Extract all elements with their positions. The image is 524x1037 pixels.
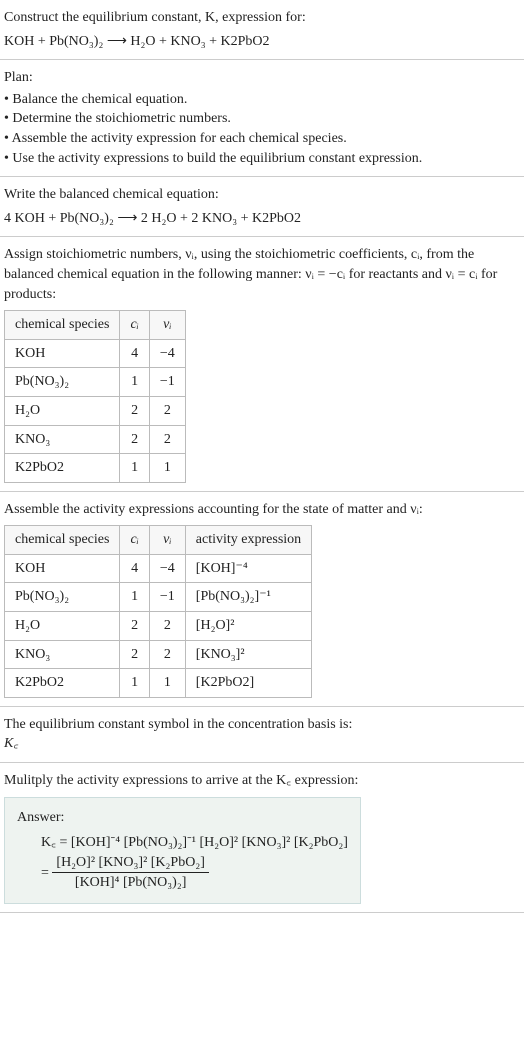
col-species: chemical species <box>5 526 120 555</box>
fraction-numerator: [H₂O]² [KNO₃]² [K₂PbO₂] <box>52 853 208 874</box>
cell-ci: 4 <box>120 554 149 583</box>
plan-item: • Determine the stoichiometric numbers. <box>4 109 520 129</box>
plan-section: Plan: • Balance the chemical equation. •… <box>0 60 524 177</box>
cell-ci: 4 <box>120 339 149 368</box>
cell-vi: −4 <box>149 554 185 583</box>
table-row: KOH 4 −4 <box>5 339 186 368</box>
result-section: Mulitply the activity expressions to arr… <box>0 763 524 913</box>
cell-vi: −4 <box>149 339 185 368</box>
kc-symbol: K꜀ <box>4 734 520 754</box>
plan-item: • Use the activity expressions to build … <box>4 149 520 169</box>
cell-ci: 2 <box>120 612 149 641</box>
stoich-intro: Assign stoichiometric numbers, νᵢ, using… <box>4 245 520 304</box>
kc-fraction-expression: = [H₂O]² [KNO₃]² [K₂PbO₂] [KOH]⁴ [Pb(NO₃… <box>41 853 348 893</box>
table-row: Pb(NO₃)₂ 1 −1 <box>5 368 186 397</box>
cell-vi: 1 <box>149 454 185 483</box>
cell-species: KNO₃ <box>5 425 120 454</box>
prompt-section: Construct the equilibrium constant, K, e… <box>0 0 524 60</box>
activity-section: Assemble the activity expressions accoun… <box>0 492 524 707</box>
cell-species: Pb(NO₃)₂ <box>5 368 120 397</box>
cell-activity: [Pb(NO₃)₂]⁻¹ <box>185 583 311 612</box>
cell-vi: 1 <box>149 669 185 698</box>
cell-activity: [K2PbO2] <box>185 669 311 698</box>
cell-activity: [KNO₃]² <box>185 640 311 669</box>
activity-intro: Assemble the activity expressions accoun… <box>4 500 520 520</box>
fraction-denominator: [KOH]⁴ [Pb(NO₃)₂] <box>52 873 208 893</box>
cell-vi: −1 <box>149 583 185 612</box>
cell-activity: [KOH]⁻⁴ <box>185 554 311 583</box>
cell-ci: 1 <box>120 669 149 698</box>
col-ci: cᵢ <box>120 311 149 340</box>
prompt-text: Construct the equilibrium constant, K, e… <box>4 8 520 28</box>
kc-symbol-label: The equilibrium constant symbol in the c… <box>4 715 520 735</box>
cell-species: KOH <box>5 339 120 368</box>
cell-species: H₂O <box>5 612 120 641</box>
equals-prefix: = <box>41 865 52 880</box>
balanced-eq-label: Write the balanced chemical equation: <box>4 185 520 205</box>
col-activity: activity expression <box>185 526 311 555</box>
col-species: chemical species <box>5 311 120 340</box>
cell-ci: 1 <box>120 368 149 397</box>
result-intro: Mulitply the activity expressions to arr… <box>4 771 520 791</box>
stoich-table: chemical species cᵢ νᵢ KOH 4 −4 Pb(NO₃)₂… <box>4 310 186 483</box>
answer-box: Answer: K꜀ = [KOH]⁻⁴ [Pb(NO₃)₂]⁻¹ [H₂O]²… <box>4 797 361 904</box>
cell-ci: 1 <box>120 583 149 612</box>
plan-heading: Plan: <box>4 68 520 88</box>
table-row: H₂O 2 2 [H₂O]² <box>5 612 312 641</box>
table-row: Pb(NO₃)₂ 1 −1 [Pb(NO₃)₂]⁻¹ <box>5 583 312 612</box>
cell-species: KOH <box>5 554 120 583</box>
table-header-row: chemical species cᵢ νᵢ <box>5 311 186 340</box>
table-header-row: chemical species cᵢ νᵢ activity expressi… <box>5 526 312 555</box>
table-row: KOH 4 −4 [KOH]⁻⁴ <box>5 554 312 583</box>
cell-vi: 2 <box>149 640 185 669</box>
cell-vi: 2 <box>149 396 185 425</box>
table-row: K2PbO2 1 1 <box>5 454 186 483</box>
table-row: KNO₃ 2 2 <box>5 425 186 454</box>
cell-ci: 1 <box>120 454 149 483</box>
kc-flat-expression: K꜀ = [KOH]⁻⁴ [Pb(NO₃)₂]⁻¹ [H₂O]² [KNO₃]²… <box>41 833 348 853</box>
cell-species: K2PbO2 <box>5 454 120 483</box>
cell-ci: 2 <box>120 640 149 669</box>
table-row: KNO₃ 2 2 [KNO₃]² <box>5 640 312 669</box>
stoich-section: Assign stoichiometric numbers, νᵢ, using… <box>0 237 524 491</box>
col-vi: νᵢ <box>149 526 185 555</box>
cell-ci: 2 <box>120 396 149 425</box>
cell-ci: 2 <box>120 425 149 454</box>
cell-species: Pb(NO₃)₂ <box>5 583 120 612</box>
col-ci: cᵢ <box>120 526 149 555</box>
col-vi: νᵢ <box>149 311 185 340</box>
activity-table: chemical species cᵢ νᵢ activity expressi… <box>4 525 312 698</box>
balanced-equation: 4 KOH + Pb(NO₃)₂ ⟶ 2 H₂O + 2 KNO₃ + K2Pb… <box>4 209 520 229</box>
cell-activity: [H₂O]² <box>185 612 311 641</box>
cell-vi: −1 <box>149 368 185 397</box>
balanced-eq-section: Write the balanced chemical equation: 4 … <box>0 177 524 237</box>
plan-list: • Balance the chemical equation. • Deter… <box>4 90 520 168</box>
unbalanced-equation: KOH + Pb(NO₃)₂ ⟶ H₂O + KNO₃ + K2PbO2 <box>4 32 520 52</box>
cell-species: H₂O <box>5 396 120 425</box>
plan-item: • Assemble the activity expression for e… <box>4 129 520 149</box>
cell-species: KNO₃ <box>5 640 120 669</box>
cell-vi: 2 <box>149 612 185 641</box>
cell-vi: 2 <box>149 425 185 454</box>
table-row: K2PbO2 1 1 [K2PbO2] <box>5 669 312 698</box>
plan-item: • Balance the chemical equation. <box>4 90 520 110</box>
cell-species: K2PbO2 <box>5 669 120 698</box>
fraction: [H₂O]² [KNO₃]² [K₂PbO₂] [KOH]⁴ [Pb(NO₃)₂… <box>52 853 208 893</box>
answer-label: Answer: <box>17 808 348 828</box>
table-row: H₂O 2 2 <box>5 396 186 425</box>
kc-symbol-section: The equilibrium constant symbol in the c… <box>0 707 524 763</box>
